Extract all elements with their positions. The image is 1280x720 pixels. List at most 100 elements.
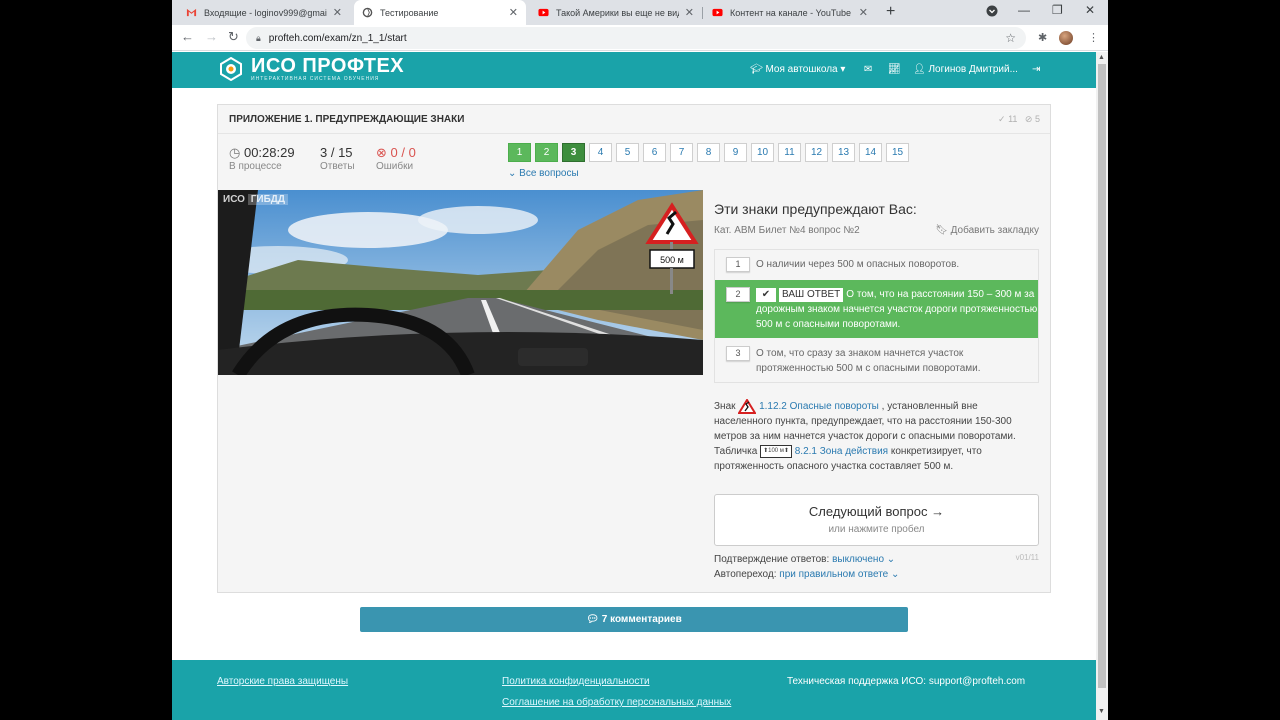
close-icon[interactable]: ✕ xyxy=(859,6,868,19)
answer-option-2[interactable]: 2 ✔ ВАШ ОТВЕТ О том, что на расстоянии 150… xyxy=(715,280,1038,338)
user-menu[interactable]: 👤︎ Логинов Дмитрий... xyxy=(913,64,1018,75)
close-icon[interactable]: ✕ xyxy=(333,6,342,19)
answer-option-1[interactable]: 1 О наличии через 500 м опасных поворото… xyxy=(715,250,1038,279)
answer-option-3[interactable]: 3 О том, что сразу за знаком начнется уч… xyxy=(715,339,1038,383)
agreement-link[interactable]: Соглашение на обработку персональных дан… xyxy=(502,697,731,708)
question-number-button[interactable]: 15 xyxy=(886,143,909,162)
exam-panel: ПРИЛОЖЕНИЕ 1. ПРЕДУПРЕЖДАЮЩИЕ ЗНАКИ ✓ 11… xyxy=(217,104,1051,593)
next-question-label: Следующий вопрос → xyxy=(808,504,945,519)
tab-gmail[interactable]: Входящие - loginov999@gmail.c ✕ xyxy=(178,0,350,25)
scroll-thumb[interactable] xyxy=(1098,64,1106,688)
close-icon[interactable]: ✕ xyxy=(509,6,518,19)
add-bookmark-button[interactable]: 🔖︎ Добавить закладку xyxy=(935,225,1039,236)
address-toolbar: ← → ↻ 🔒︎ profteh.com/exam/zn_1_1/start ☆… xyxy=(172,25,1108,51)
back-icon[interactable]: ← xyxy=(181,29,194,44)
your-answer-badge: ВАШ ОТВЕТ xyxy=(779,288,844,302)
photo-watermark: ИСО ГИБДД xyxy=(223,194,289,205)
youtube-icon xyxy=(712,8,723,17)
autoswitch-dropdown[interactable]: при правильном ответе ⌄ xyxy=(779,569,899,580)
graduation-cap-icon: 🎓︎ xyxy=(750,64,766,75)
confirm-setting: Подтверждение ответов: выключено ⌄ xyxy=(714,554,896,565)
new-tab-icon[interactable]: + xyxy=(886,3,895,21)
tab-title: Тестирование xyxy=(380,7,439,18)
scroll-down-icon[interactable]: ▼ xyxy=(1098,708,1105,715)
answers-count: 3 / 15 xyxy=(320,145,353,160)
tab-testing[interactable]: Тестирование ✕ xyxy=(354,0,526,25)
page-scrollbar[interactable]: ▲ ▼ xyxy=(1096,52,1108,720)
scroll-up-icon[interactable]: ▲ xyxy=(1098,54,1105,61)
support-text: Техническая поддержка ИСО: support@proft… xyxy=(787,676,1026,687)
sign-link[interactable]: 1.12.2 Опасные повороты xyxy=(759,401,879,412)
main-content: ПРИЛОЖЕНИЕ 1. ПРЕДУПРЕЖДАЮЩИЕ ЗНАКИ ✓ 11… xyxy=(172,88,1096,660)
question-number-button[interactable]: 8 xyxy=(697,143,720,162)
next-question-button[interactable]: Следующий вопрос → или нажмите пробел xyxy=(714,494,1039,546)
all-questions-link[interactable]: ⌄ Все вопросы xyxy=(508,168,579,179)
bookmark-star-icon[interactable]: ☆ xyxy=(1005,31,1016,45)
close-window-icon[interactable]: ✕ xyxy=(1085,3,1095,17)
question-navigator: 1 2 3 4 5 6 7 8 9 10 11 12 13 14 15 xyxy=(508,143,909,162)
exam-title: ПРИЛОЖЕНИЕ 1. ПРЕДУПРЕЖДАЮЩИЕ ЗНАКИ xyxy=(229,114,465,125)
reload-icon[interactable]: ↻ xyxy=(228,29,239,45)
logo-title[interactable]: ИСО ПРОФТЕХ xyxy=(251,55,404,78)
close-icon[interactable]: ✕ xyxy=(685,6,694,19)
question-number-button[interactable]: 7 xyxy=(670,143,693,162)
mail-icon[interactable]: ✉ xyxy=(864,64,872,75)
plate-link[interactable]: 8.2.1 Зона действия xyxy=(795,446,888,457)
question-number-button[interactable]: 3 xyxy=(562,143,585,162)
correct-count: 11 xyxy=(1008,114,1018,124)
tab-youtube-2[interactable]: Контент на канале - YouTube St ✕ xyxy=(704,0,876,25)
gmail-icon xyxy=(186,8,197,17)
check-icon: ✓ xyxy=(998,114,1006,124)
answer-body: ✔ ВАШ ОТВЕТ О том, что на расстоянии 150 –… xyxy=(756,287,1038,332)
warning-sign-icon xyxy=(737,398,758,414)
question-number-button[interactable]: 14 xyxy=(859,143,882,162)
exam-stats: ✓ 11 ⊘ 5 xyxy=(998,114,1040,125)
question-number-button[interactable]: 5 xyxy=(616,143,639,162)
forward-icon[interactable]: → xyxy=(205,29,218,44)
road-scene-image: 500 м xyxy=(218,190,703,375)
question-number-button[interactable]: 1 xyxy=(508,143,531,162)
version-label: v01/11 xyxy=(1015,553,1039,562)
question-number-button[interactable]: 9 xyxy=(724,143,747,162)
question-number-button[interactable]: 13 xyxy=(832,143,855,162)
answer-text: О наличии через 500 м опасных поворотов. xyxy=(756,259,960,270)
question-meta: Кат. АВМ Билет №4 вопрос №2 xyxy=(714,225,860,236)
question-number-button[interactable]: 6 xyxy=(643,143,666,162)
chevron-down-icon: ⌄ xyxy=(508,168,517,179)
tab-search-icon[interactable] xyxy=(986,5,998,20)
question-number-button[interactable]: 12 xyxy=(805,143,828,162)
errors-label: Ошибки xyxy=(376,161,414,172)
panel-header: ПРИЛОЖЕНИЕ 1. ПРЕДУПРЕЖДАЮЩИЕ ЗНАКИ ✓ 11… xyxy=(218,105,1050,134)
bookmark-icon: 🔖︎ xyxy=(935,225,948,236)
avatar[interactable] xyxy=(1059,31,1073,45)
next-question-hint: или нажмите пробел xyxy=(828,524,925,535)
maximize-icon[interactable]: ❐ xyxy=(1052,3,1063,17)
menu-kebab-icon[interactable]: ⋮ xyxy=(1088,31,1099,44)
error-circle-icon: ⊗ xyxy=(376,145,387,160)
url-text: profteh.com/exam/zn_1_1/start xyxy=(268,32,407,44)
logout-icon[interactable]: ⇥ xyxy=(1032,64,1040,75)
chart-icon[interactable]: 📈︎ xyxy=(888,64,901,75)
confirm-dropdown[interactable]: выключено ⌄ xyxy=(832,554,895,565)
question-number-button[interactable]: 11 xyxy=(778,143,801,162)
tab-strip: Входящие - loginov999@gmail.c ✕ Тестиров… xyxy=(172,0,1108,25)
copyright-link[interactable]: Авторские права защищены xyxy=(217,676,348,687)
question-number-button[interactable]: 4 xyxy=(589,143,612,162)
answer-number: 2 xyxy=(726,287,750,302)
privacy-link[interactable]: Политика конфиденциальности xyxy=(502,676,650,687)
question-number-button[interactable]: 2 xyxy=(535,143,558,162)
address-bar[interactable]: 🔒︎ profteh.com/exam/zn_1_1/start ☆ xyxy=(246,27,1026,49)
plate-icon: ⬆100 м⬆ xyxy=(760,445,792,458)
checkmark-icon: ✔ xyxy=(756,287,776,302)
explanation: Знак 1.12.2 Опасные повороты , установле… xyxy=(714,398,1034,474)
comments-button[interactable]: 💬︎ 7 комментариев xyxy=(360,607,908,632)
minimize-icon[interactable]: — xyxy=(1018,3,1030,17)
tab-youtube-1[interactable]: Такой Америки вы еще не види ✕ xyxy=(530,0,702,25)
logo-icon[interactable] xyxy=(219,57,243,81)
question-number-button[interactable]: 10 xyxy=(751,143,774,162)
answer-text: О том, что сразу за знаком начнется учас… xyxy=(756,348,981,374)
extensions-icon[interactable]: ✱ xyxy=(1038,31,1047,44)
answer-options: 1 О наличии через 500 м опасных поворото… xyxy=(714,249,1039,383)
my-school-menu[interactable]: 🎓︎ Моя автошкола ▾ xyxy=(750,64,845,75)
tab-title: Такой Америки вы еще не види xyxy=(556,7,679,18)
